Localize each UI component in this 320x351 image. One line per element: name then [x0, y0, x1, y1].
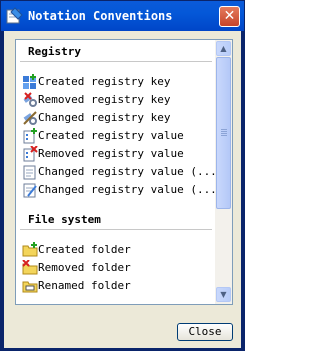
- section-heading-registry: Registry: [28, 45, 81, 58]
- thumb-grip: [221, 129, 227, 130]
- dialog-window: Notation Conventions ✕ Registry Created …: [0, 0, 245, 351]
- scroll-thumb[interactable]: [216, 57, 231, 209]
- section-divider: [20, 61, 212, 62]
- list-item[interactable]: Removed folder: [19, 259, 215, 277]
- scroll-up-button[interactable]: ▲: [216, 41, 231, 56]
- folder-rename-icon: [22, 281, 38, 293]
- thumb-grip: [221, 135, 227, 136]
- list-item[interactable]: Changed registry key: [19, 109, 215, 127]
- list-item-label: Changed registry value (...: [38, 183, 217, 196]
- app-icon: [6, 7, 23, 24]
- list-item[interactable]: Changed registry value (...: [19, 163, 217, 181]
- section-divider: [20, 229, 212, 230]
- list-item-label: Removed registry value: [38, 147, 184, 160]
- folder-remove-icon: [22, 260, 38, 275]
- list-item[interactable]: Created registry value: [19, 127, 215, 145]
- title-bar[interactable]: Notation Conventions ✕: [1, 1, 244, 31]
- list-item[interactable]: Removed registry value: [19, 145, 215, 163]
- registry-value-edit-icon: [23, 165, 36, 180]
- title-close-button[interactable]: ✕: [219, 6, 240, 27]
- registry-value-remove-icon: [23, 146, 38, 162]
- list-item-label: Removed folder: [38, 261, 131, 274]
- registry-key-remove-icon: [23, 92, 37, 107]
- list-item-label: Created registry value: [38, 129, 184, 142]
- thumb-grip: [221, 131, 227, 132]
- list-item-label: Renamed folder: [38, 279, 131, 292]
- list-item-label: Removed registry key: [38, 93, 171, 106]
- window-title: Notation Conventions: [28, 9, 173, 23]
- registry-key-add-icon: [23, 74, 36, 89]
- thumb-grip: [221, 133, 227, 134]
- list-item-label: Changed registry value (...: [38, 165, 217, 178]
- list-item[interactable]: Created folder: [19, 241, 215, 259]
- list-item[interactable]: Removed registry key: [19, 91, 215, 109]
- folder-add-icon: [22, 242, 38, 257]
- list-item-label: Created folder: [38, 243, 131, 256]
- list-item[interactable]: Renamed folder: [19, 277, 215, 295]
- section-heading-file-system: File system: [28, 213, 101, 226]
- registry-value-add-icon: [23, 128, 37, 144]
- list-item[interactable]: Changed registry value (...: [19, 181, 217, 199]
- close-button[interactable]: Close: [177, 323, 233, 341]
- vertical-scrollbar[interactable]: ▲ ▼: [215, 40, 232, 304]
- registry-key-edit-icon: [23, 111, 37, 125]
- client-area: Registry Created registry key Removed re…: [4, 31, 241, 348]
- list-item-label: Created registry key: [38, 75, 171, 88]
- list-item[interactable]: Created registry key: [19, 73, 215, 91]
- registry-value-edit-alt-icon: [23, 183, 37, 198]
- list-item-label: Changed registry key: [38, 111, 171, 124]
- scroll-down-button[interactable]: ▼: [216, 287, 231, 302]
- conventions-list-panel[interactable]: Registry Created registry key Removed re…: [15, 39, 233, 305]
